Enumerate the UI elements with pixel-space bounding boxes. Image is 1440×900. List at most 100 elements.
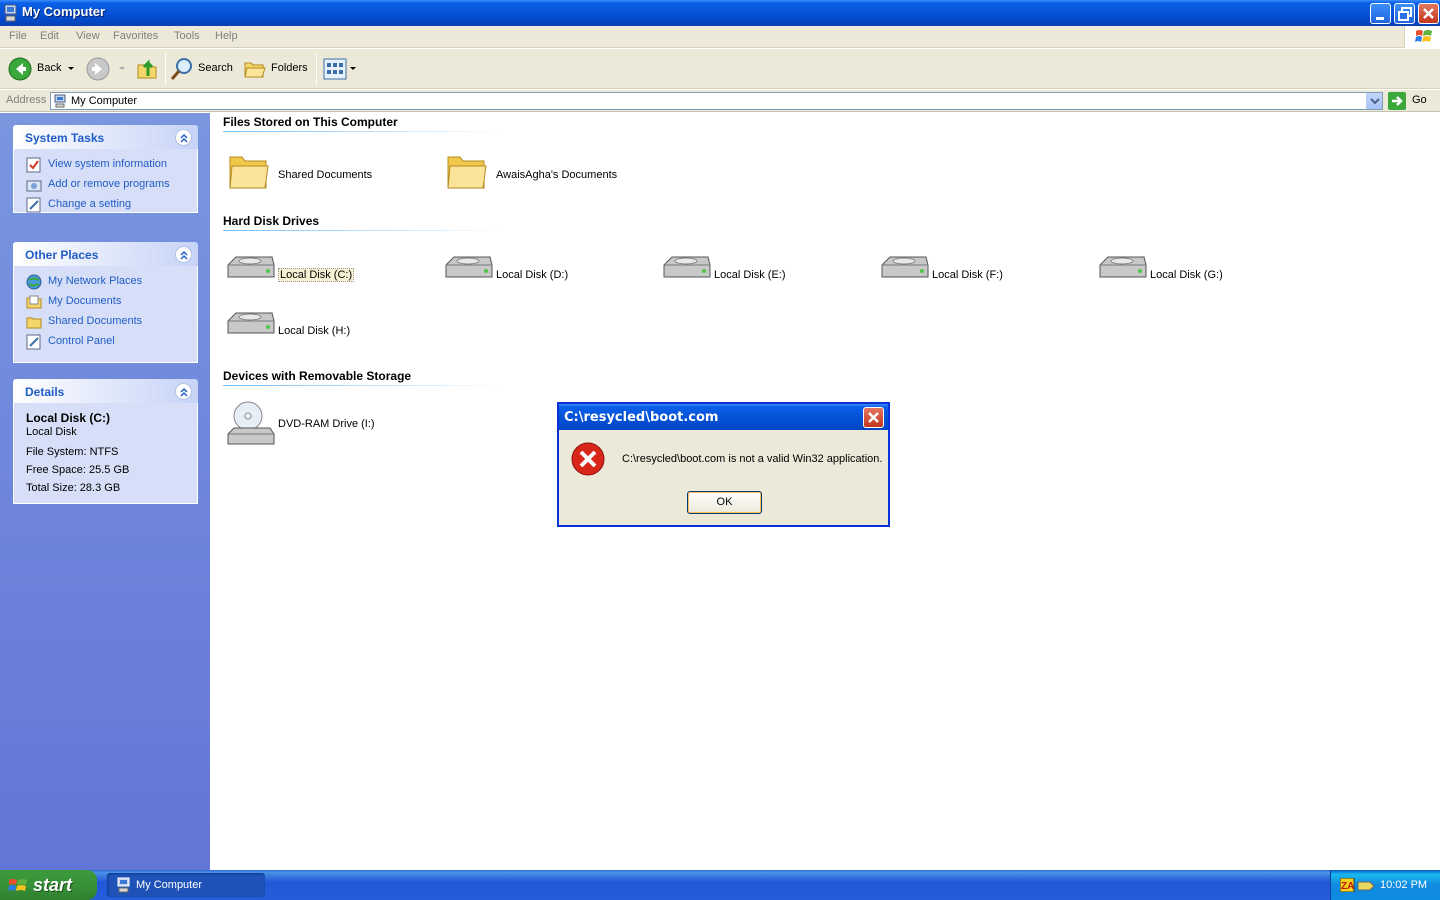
address-value: My Computer bbox=[71, 95, 138, 107]
chevron-down-icon[interactable] bbox=[119, 67, 125, 71]
folders-label: Folders bbox=[271, 62, 308, 74]
folder-icon bbox=[26, 317, 42, 329]
group-title-drives: Hard Disk Drives bbox=[223, 214, 320, 228]
hard-disk-icon bbox=[663, 256, 711, 278]
details-header[interactable]: Details bbox=[13, 379, 198, 403]
close-button[interactable] bbox=[1418, 3, 1439, 24]
drive-local-disk-c[interactable]: Local Disk (C:) bbox=[226, 251, 436, 299]
folder-user-documents[interactable]: AwaisAgha's Documents bbox=[446, 151, 656, 199]
views-button[interactable] bbox=[323, 55, 357, 83]
collapse-chevron-icon[interactable] bbox=[175, 246, 192, 263]
place-label: My Network Places bbox=[48, 275, 143, 287]
error-dialog: C:\resycled\boot.com C:\resycled\boot.co… bbox=[557, 402, 890, 527]
group-divider bbox=[223, 131, 503, 132]
place-label: Shared Documents bbox=[48, 315, 143, 327]
menu-bar: File Edit View Favorites Tools Help bbox=[0, 26, 1440, 48]
place-label: My Documents bbox=[48, 295, 122, 307]
collapse-chevron-icon[interactable] bbox=[175, 129, 192, 146]
window-title: My Computer bbox=[22, 4, 106, 19]
taskbar-item-label: My Computer bbox=[136, 879, 203, 891]
address-input[interactable]: My Computer bbox=[50, 92, 1383, 110]
other-places-panel: Other Places My Network Places My Docume… bbox=[13, 242, 198, 363]
address-label: Address bbox=[6, 94, 47, 106]
place-my-documents[interactable]: My Documents bbox=[14, 292, 197, 312]
task-pane: System Tasks View system information Add… bbox=[0, 113, 210, 870]
task-change-setting[interactable]: Change a setting bbox=[14, 195, 197, 215]
toolbar: Back Search Folders bbox=[0, 49, 1440, 89]
item-label: Local Disk (D:) bbox=[496, 269, 569, 281]
collapse-chevron-icon[interactable] bbox=[175, 383, 192, 400]
details-type: Local Disk bbox=[26, 426, 77, 438]
hard-disk-icon bbox=[227, 256, 275, 278]
minimize-button[interactable] bbox=[1370, 3, 1391, 24]
dialog-message: C:\resycled\boot.com is not a valid Win3… bbox=[622, 453, 883, 465]
task-label: Add or remove programs bbox=[48, 178, 170, 190]
toolbar-separator bbox=[165, 53, 166, 85]
menu-file[interactable]: File bbox=[9, 30, 27, 42]
folders-button[interactable]: Folders bbox=[243, 55, 311, 83]
drive-local-disk-g[interactable]: Local Disk (G:) bbox=[1098, 251, 1308, 299]
drive-local-disk-h[interactable]: Local Disk (H:) bbox=[226, 307, 436, 355]
menu-favorites[interactable]: Favorites bbox=[113, 30, 158, 42]
other-places-header[interactable]: Other Places bbox=[13, 242, 198, 266]
chevron-down-icon[interactable] bbox=[350, 67, 356, 71]
up-folder-button[interactable] bbox=[136, 55, 160, 83]
forward-arrow-icon bbox=[86, 57, 110, 81]
clock: 10:02 PM bbox=[1380, 879, 1428, 891]
group-title-files: Files Stored on This Computer bbox=[223, 115, 398, 129]
address-dropdown-button[interactable] bbox=[1366, 93, 1382, 109]
dialog-title-bar[interactable]: C:\resycled\boot.com bbox=[559, 404, 888, 430]
details-title: Details bbox=[25, 385, 65, 399]
menu-help[interactable]: Help bbox=[215, 30, 238, 42]
drive-local-disk-d[interactable]: Local Disk (D:) bbox=[444, 251, 654, 299]
item-label: AwaisAgha's Documents bbox=[496, 169, 618, 181]
search-icon bbox=[170, 58, 192, 80]
hard-disk-icon bbox=[445, 256, 493, 278]
dvd-drive-icon bbox=[227, 401, 275, 445]
ok-button[interactable]: OK bbox=[687, 491, 762, 514]
close-icon bbox=[868, 412, 879, 423]
dialog-close-button[interactable] bbox=[863, 407, 884, 428]
folder-shared-documents[interactable]: Shared Documents bbox=[228, 151, 438, 199]
place-my-network-places[interactable]: My Network Places bbox=[14, 272, 197, 292]
title-bar: My Computer bbox=[0, 0, 1440, 26]
menu-edit[interactable]: Edit bbox=[40, 30, 59, 42]
system-tasks-header[interactable]: System Tasks bbox=[13, 125, 198, 149]
details-file-system: File System: NTFS bbox=[26, 446, 119, 458]
views-icon bbox=[323, 58, 347, 80]
go-button[interactable]: Go bbox=[1388, 92, 1436, 110]
folder-icon bbox=[229, 156, 269, 189]
up-folder-icon bbox=[137, 59, 157, 79]
control-panel-icon bbox=[26, 334, 41, 350]
search-button[interactable]: Search bbox=[170, 55, 236, 83]
menu-view[interactable]: View bbox=[76, 30, 100, 42]
back-button[interactable]: Back bbox=[8, 55, 78, 83]
place-control-panel[interactable]: Control Panel bbox=[14, 332, 197, 352]
item-label: Local Disk (E:) bbox=[714, 269, 786, 281]
drive-local-disk-e[interactable]: Local Disk (E:) bbox=[662, 251, 872, 299]
svg-text:ZA: ZA bbox=[1341, 881, 1354, 892]
item-label: Local Disk (C:) bbox=[278, 268, 355, 282]
task-label: View system information bbox=[48, 158, 168, 170]
taskbar-item-my-computer[interactable]: My Computer bbox=[107, 873, 265, 897]
item-label: DVD-RAM Drive (I:) bbox=[278, 418, 375, 430]
chevron-down-icon bbox=[1370, 98, 1380, 105]
control-panel-icon bbox=[26, 197, 41, 213]
menu-tools[interactable]: Tools bbox=[174, 30, 200, 42]
item-label: Local Disk (G:) bbox=[1150, 269, 1223, 281]
place-shared-documents[interactable]: Shared Documents bbox=[14, 312, 197, 332]
drive-dvd-ram-i[interactable]: DVD-RAM Drive (I:) bbox=[226, 400, 436, 448]
tray-icons[interactable]: ZA bbox=[1340, 878, 1376, 892]
chevron-down-icon[interactable] bbox=[68, 67, 74, 71]
task-add-remove-programs[interactable]: Add or remove programs bbox=[14, 175, 197, 195]
my-computer-icon bbox=[4, 4, 18, 22]
other-places-title: Other Places bbox=[25, 248, 99, 262]
start-button[interactable]: start bbox=[0, 870, 97, 900]
task-view-system-information[interactable]: View system information bbox=[14, 155, 197, 175]
forward-button[interactable] bbox=[86, 55, 128, 83]
restore-button[interactable] bbox=[1394, 3, 1415, 24]
drive-local-disk-f[interactable]: Local Disk (F:) bbox=[880, 251, 1090, 299]
add-remove-programs-icon bbox=[26, 180, 42, 192]
windows-logo-icon bbox=[1404, 26, 1440, 48]
hard-disk-icon bbox=[227, 312, 275, 334]
